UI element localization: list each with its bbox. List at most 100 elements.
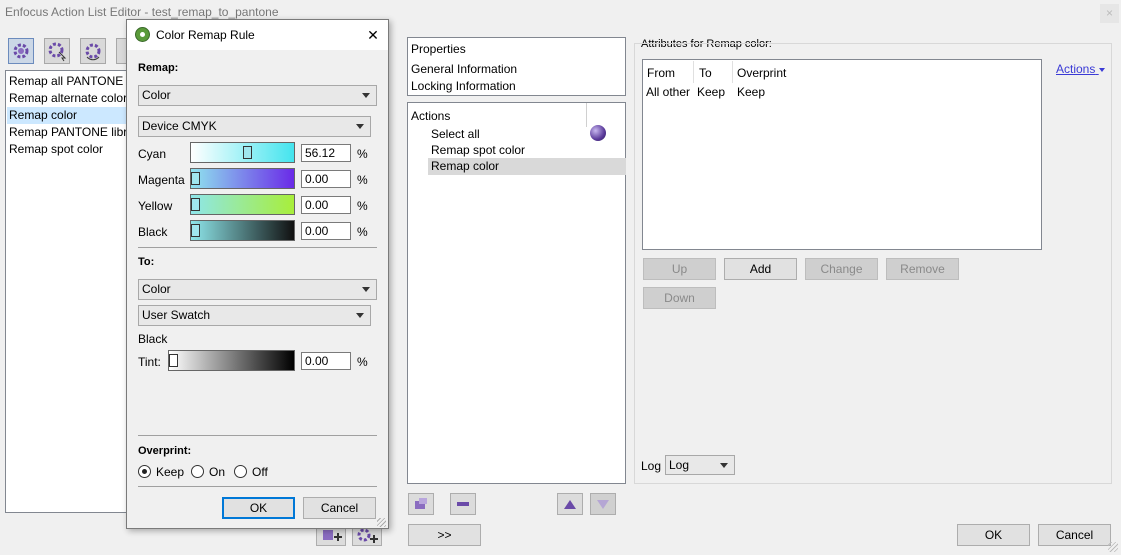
overprint-on-radio[interactable] [191, 465, 204, 478]
chevron-down-icon [356, 124, 364, 129]
overprint-off-label[interactable]: Off [252, 465, 268, 479]
cyan-slider[interactable] [190, 142, 295, 163]
window-close-button[interactable]: × [1100, 4, 1119, 23]
main-cancel-button[interactable]: Cancel [1038, 524, 1111, 546]
yellow-slider[interactable] [190, 194, 295, 215]
black-slider-thumb[interactable] [191, 224, 200, 237]
properties-item-locking[interactable]: Locking Information [411, 79, 516, 93]
to-section-label: To: [138, 256, 155, 268]
chevron-down-icon [362, 93, 370, 98]
actions-link-label: Actions [1056, 62, 1096, 76]
triangle-up-icon [564, 500, 576, 509]
change-button[interactable]: Change [805, 258, 878, 280]
column-divider [693, 61, 694, 83]
toolbar-gear-button-2[interactable] [44, 38, 70, 64]
overprint-section-label: Overprint: [138, 445, 192, 457]
move-down-button[interactable] [590, 493, 616, 515]
tint-slider-thumb[interactable] [169, 354, 178, 367]
tint-value-field[interactable]: 0.00 [301, 352, 351, 370]
overprint-on-label[interactable]: On [209, 465, 225, 479]
remap-section-label: Remap: [138, 62, 179, 74]
main-ok-button[interactable]: OK [957, 524, 1030, 546]
gear-icon [13, 43, 29, 59]
table-cell[interactable]: Keep [697, 85, 725, 99]
magenta-slider[interactable] [190, 168, 295, 189]
remap-space-select[interactable]: Device CMYK [138, 116, 371, 137]
list-item[interactable]: Remap color [9, 108, 77, 122]
properties-header: Properties [411, 42, 466, 56]
swatch-name: Black [138, 332, 168, 346]
remap-type-select[interactable]: Color [138, 85, 377, 106]
down-button[interactable]: Down [643, 287, 716, 309]
divider [138, 486, 377, 487]
add-button[interactable]: Add [724, 258, 797, 280]
dialog-ok-button[interactable]: OK [222, 497, 295, 519]
cyan-value-field[interactable]: 56.12 [301, 144, 351, 162]
list-item[interactable]: Remap alternate color [9, 91, 127, 105]
overprint-keep-label[interactable]: Keep [156, 465, 184, 479]
chevron-down-icon [720, 463, 728, 468]
tint-label: Tint: [138, 355, 161, 369]
log-label: Log [641, 459, 662, 473]
overprint-off-radio[interactable] [234, 465, 247, 478]
move-up-button[interactable] [557, 493, 583, 515]
up-button[interactable]: Up [643, 258, 716, 280]
toolbar-gear-button-3[interactable] [80, 38, 106, 64]
yellow-value-field[interactable]: 0.00 [301, 196, 351, 214]
toolbar-gear-button-1[interactable] [8, 38, 34, 64]
column-header-to[interactable]: To [699, 66, 712, 80]
tint-unit: % [357, 355, 368, 369]
expand-button[interactable]: >> [408, 524, 481, 546]
resize-grip-icon[interactable] [377, 518, 386, 527]
remap-space-value: Device CMYK [142, 119, 217, 133]
resize-grip-icon[interactable] [1108, 542, 1118, 552]
log-select-value: Log [669, 458, 690, 472]
add-icon [415, 498, 427, 509]
cyan-unit: % [357, 147, 368, 161]
attributes-table[interactable]: From To Overprint All other Keep Keep [642, 59, 1042, 250]
tint-slider[interactable] [168, 350, 295, 371]
actions-item[interactable]: Remap color [431, 159, 499, 173]
table-cell[interactable]: All other [646, 85, 690, 99]
cyan-slider-thumb[interactable] [242, 146, 252, 159]
to-space-select[interactable]: User Swatch [138, 305, 371, 326]
actions-dropdown-link[interactable]: Actions [1056, 62, 1105, 76]
chevron-down-icon [362, 287, 370, 292]
remove-button[interactable]: Remove [886, 258, 959, 280]
list-item[interactable]: Remap spot color [9, 142, 103, 156]
column-header-overprint[interactable]: Overprint [737, 66, 786, 80]
dialog-close-icon[interactable]: ✕ [363, 25, 383, 45]
chevron-down-icon [356, 313, 364, 318]
actions-item[interactable]: Select all [431, 127, 480, 141]
remove-action-item-button[interactable] [450, 493, 476, 515]
magenta-unit: % [357, 173, 368, 187]
actions-panel: Actions Select all Remap spot color Rema… [407, 102, 626, 484]
column-header-from[interactable]: From [647, 66, 675, 80]
action-list[interactable]: Remap all PANTONE li Remap alternate col… [5, 70, 135, 513]
to-type-select[interactable]: Color [138, 279, 377, 300]
list-item[interactable]: Remap all PANTONE li [9, 74, 132, 88]
column-divider [732, 61, 733, 83]
yellow-slider-thumb[interactable] [191, 198, 200, 211]
magenta-slider-thumb[interactable] [191, 172, 200, 185]
dialog-cancel-button[interactable]: Cancel [303, 497, 376, 519]
black-label: Black [138, 225, 168, 239]
divider [138, 435, 377, 436]
actions-item[interactable]: Remap spot color [431, 143, 525, 157]
minus-icon [457, 502, 469, 506]
black-value-field[interactable]: 0.00 [301, 222, 351, 240]
black-slider[interactable] [190, 220, 295, 241]
magenta-value-field[interactable]: 0.00 [301, 170, 351, 188]
overprint-keep-radio[interactable] [138, 465, 151, 478]
add-action-item-button[interactable] [408, 493, 434, 515]
log-select[interactable]: Log [665, 455, 735, 475]
chevron-down-icon [1098, 67, 1105, 72]
properties-item-general[interactable]: General Information [411, 62, 517, 76]
list-item[interactable]: Remap PANTONE libra [9, 125, 134, 139]
table-cell[interactable]: Keep [737, 85, 765, 99]
color-remap-dialog: Color Remap Rule ✕ Remap: Color Device C… [126, 19, 389, 529]
to-space-value: User Swatch [142, 308, 211, 322]
sphere-icon [590, 125, 606, 141]
triangle-down-icon [597, 500, 609, 509]
remap-type-value: Color [142, 88, 171, 102]
